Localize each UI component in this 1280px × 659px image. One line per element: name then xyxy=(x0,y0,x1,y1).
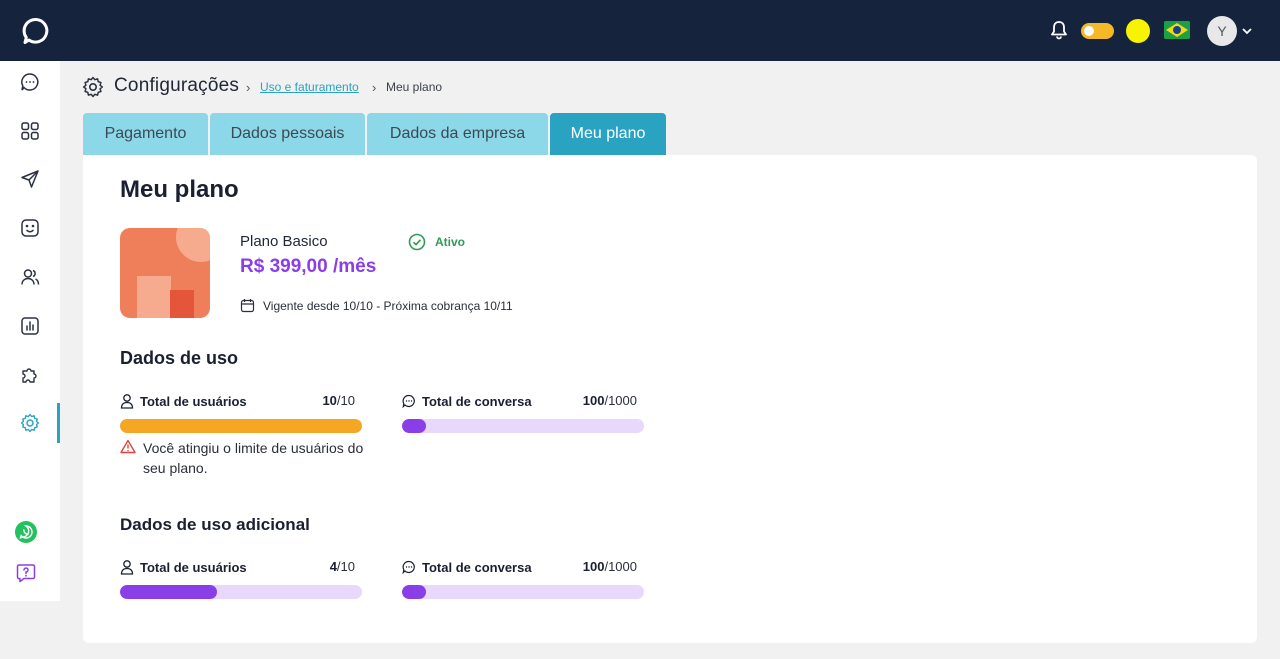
limit-warning: Você atingiu o limite de usuários do seu… xyxy=(120,438,370,478)
status-label: Ativo xyxy=(435,235,465,249)
warning-icon xyxy=(120,439,136,454)
plan-validity-text: Vigente desde 10/10 - Próxima cobrança 1… xyxy=(263,298,513,313)
plan-price: R$ 399,00 /mês xyxy=(240,256,377,277)
progress-fill xyxy=(120,419,362,433)
top-bar: Y xyxy=(0,0,1280,61)
status-badge: Ativo xyxy=(408,233,465,251)
gear-icon xyxy=(20,413,40,433)
send-icon xyxy=(21,170,39,188)
plan-image-shape xyxy=(176,228,210,262)
avatar-initial: Y xyxy=(1217,23,1227,39)
integrations-icon xyxy=(22,368,37,383)
tab-pagamento[interactable]: Pagamento xyxy=(83,113,208,155)
progress-fill xyxy=(402,585,427,599)
plan-heading: Meu plano xyxy=(120,176,239,203)
tab-dados-empresa[interactable]: Dados da empresa xyxy=(367,113,548,155)
usage-conversations-metric: Total de conversa 100/1000 xyxy=(402,392,644,433)
metric-limit: /10 xyxy=(336,393,355,408)
plan-image-shape xyxy=(170,290,194,318)
plan-name: Plano Basico xyxy=(240,233,328,250)
breadcrumb-link-billing[interactable]: Uso e faturamento xyxy=(260,80,359,94)
tab-meu-plano[interactable]: Meu plano xyxy=(550,113,666,155)
status-dot-icon[interactable] xyxy=(1126,19,1150,43)
sidebar-item-bots[interactable] xyxy=(0,208,60,248)
sidebar-item-contacts[interactable] xyxy=(0,257,60,297)
metric-label: Total de usuários xyxy=(140,393,247,409)
bot-icon xyxy=(21,219,39,237)
users-icon xyxy=(21,269,40,285)
metric-used: 4 xyxy=(329,559,337,574)
plan-image-shape xyxy=(137,276,171,318)
metric-count: 4/10 xyxy=(330,559,355,574)
metric-label: Total de conversa xyxy=(422,559,532,575)
plan-image xyxy=(120,228,210,318)
whatsapp-icon[interactable] xyxy=(15,521,37,543)
metric-used: 10 xyxy=(322,393,337,408)
usage-users-metric: Total de usuários 10/10 xyxy=(120,392,362,433)
chat-icon xyxy=(402,560,415,575)
metric-limit: /1000 xyxy=(604,393,637,408)
metric-used: 100 xyxy=(582,559,605,574)
progress-bar xyxy=(402,585,644,599)
additional-users-metric: Total de usuários 4/10 xyxy=(120,558,362,599)
metric-limit: /1000 xyxy=(604,559,637,574)
breadcrumb-current: Meu plano xyxy=(386,80,443,94)
additional-conversations-metric: Total de conversa 100/1000 xyxy=(402,558,644,599)
progress-fill xyxy=(402,419,427,433)
toggle-knob xyxy=(1084,26,1094,36)
metric-count: 100/1000 xyxy=(583,393,637,408)
theme-toggle[interactable] xyxy=(1081,23,1114,39)
plan-validity: Vigente desde 10/10 - Próxima cobrança 1… xyxy=(240,298,513,313)
brazil-flag-icon[interactable] xyxy=(1164,21,1190,39)
progress-bar xyxy=(120,585,362,599)
calendar-icon xyxy=(240,299,255,313)
sidebar-item-campaigns[interactable] xyxy=(0,159,60,199)
page-title: Configurações xyxy=(114,75,240,96)
help-icon[interactable] xyxy=(15,562,37,584)
metric-label: Total de usuários xyxy=(140,559,247,575)
sidebar-item-reports[interactable] xyxy=(0,306,60,346)
breadcrumb-separator: › xyxy=(372,80,377,95)
progress-bar xyxy=(402,419,644,433)
user-icon xyxy=(120,394,134,409)
reports-icon xyxy=(21,317,39,335)
settings-gear-icon xyxy=(82,76,104,98)
metric-count: 100/1000 xyxy=(583,559,637,574)
metric-label: Total de conversa xyxy=(422,393,532,409)
usage-heading: Dados de uso xyxy=(120,348,239,368)
bell-icon[interactable] xyxy=(1048,19,1070,41)
metric-count: 10/10 xyxy=(322,393,355,408)
progress-fill xyxy=(120,585,217,599)
chevron-down-icon[interactable] xyxy=(1240,24,1254,38)
chat-icon xyxy=(21,73,39,91)
metric-used: 100 xyxy=(582,393,605,408)
sidebar xyxy=(0,61,60,601)
additional-usage-heading: Dados de uso adicional xyxy=(120,515,310,534)
progress-bar xyxy=(120,419,362,433)
metric-limit: /10 xyxy=(336,559,355,574)
sidebar-item-dashboard[interactable] xyxy=(0,111,60,151)
user-icon xyxy=(120,560,134,575)
tab-dados-pessoais[interactable]: Dados pessoais xyxy=(210,113,365,155)
chat-icon xyxy=(402,394,415,409)
grid-icon xyxy=(21,122,39,140)
sidebar-item-settings[interactable] xyxy=(0,403,60,443)
avatar[interactable]: Y xyxy=(1207,16,1237,46)
sidebar-item-integrations[interactable] xyxy=(0,355,60,395)
sidebar-item-chat[interactable] xyxy=(0,62,60,102)
chat-bubble-logo-icon[interactable] xyxy=(22,17,50,45)
check-circle-icon xyxy=(408,233,426,251)
breadcrumb-separator: › xyxy=(246,80,251,95)
warning-text: Você atingiu o limite de usuários do seu… xyxy=(143,440,364,476)
